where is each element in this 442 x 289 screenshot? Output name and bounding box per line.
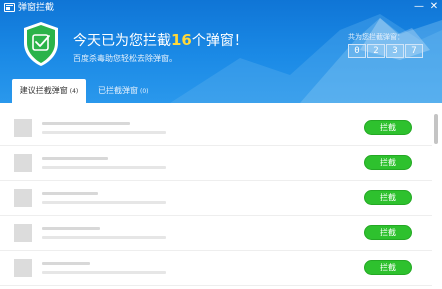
- list-item: 拦截: [0, 215, 432, 251]
- counter-label: 共为您拦截弹窗：: [348, 33, 404, 41]
- tab-blocked-count: (0): [140, 88, 149, 95]
- placeholder-line: [42, 201, 166, 204]
- scrollbar-thumb[interactable]: [434, 114, 438, 144]
- placeholder-line: [42, 271, 166, 274]
- placeholder-line: [42, 157, 108, 160]
- headline: 今天已为您拦截16个弹窗！: [73, 31, 248, 50]
- close-button[interactable]: ✕: [427, 0, 441, 14]
- tab-suggested[interactable]: 建议拦截弹窗 (4): [12, 79, 86, 103]
- popup-list: 拦截 拦截 拦截 拦截 拦截: [0, 103, 432, 289]
- tab-blocked-label: 已拦截弹窗: [98, 86, 138, 95]
- placeholder-line: [42, 166, 166, 169]
- header-banner: 弹窗拦截 — ✕ 今天已为您拦截16个弹窗！ 百度杀毒助您轻松去除弹窗。 共为您…: [0, 0, 442, 103]
- list-item: 拦截: [0, 180, 432, 216]
- list-item: 拦截: [0, 145, 432, 181]
- tab-bar: 建议拦截弹窗 (4) 已拦截弹窗 (0): [0, 79, 442, 103]
- list-item: 拦截: [0, 250, 432, 286]
- headline-suffix: 个弹窗！: [191, 33, 248, 49]
- tab-suggested-count: (4): [69, 88, 79, 95]
- placeholder-line: [42, 262, 90, 265]
- block-button[interactable]: 拦截: [364, 190, 412, 205]
- blocked-counter: 0 2 3 7: [348, 44, 423, 58]
- block-button[interactable]: 拦截: [364, 120, 412, 135]
- scrollbar[interactable]: [432, 103, 442, 289]
- counter-digit: 2: [367, 44, 385, 58]
- placeholder-line: [42, 236, 166, 239]
- window-icon: [4, 3, 15, 12]
- popup-thumbnail: [14, 119, 32, 137]
- block-button[interactable]: 拦截: [364, 260, 412, 275]
- popup-thumbnail: [14, 224, 32, 242]
- placeholder-line: [42, 227, 100, 230]
- popup-thumbnail: [14, 189, 32, 207]
- placeholder-line: [42, 192, 98, 195]
- placeholder-line: [42, 131, 166, 134]
- block-button[interactable]: 拦截: [364, 225, 412, 240]
- tab-suggested-label: 建议拦截弹窗: [19, 86, 68, 95]
- list-item: 拦截: [0, 110, 432, 146]
- counter-digit: 0: [348, 44, 366, 58]
- shield-check-icon: [24, 22, 58, 66]
- headline-count: 16: [171, 31, 192, 49]
- popup-thumbnail: [14, 259, 32, 277]
- placeholder-line: [42, 122, 130, 125]
- title-bar[interactable]: 弹窗拦截 — ✕: [0, 0, 442, 16]
- window-title: 弹窗拦截: [18, 3, 55, 13]
- popup-thumbnail: [14, 154, 32, 172]
- block-button[interactable]: 拦截: [364, 155, 412, 170]
- minimize-button[interactable]: —: [412, 0, 426, 14]
- headline-prefix: 今天已为您拦截: [73, 33, 171, 49]
- subline: 百度杀毒助您轻松去除弹窗。: [73, 54, 177, 63]
- counter-digit: 7: [405, 44, 423, 58]
- tab-blocked[interactable]: 已拦截弹窗 (0): [98, 79, 170, 103]
- counter-digit: 3: [386, 44, 404, 58]
